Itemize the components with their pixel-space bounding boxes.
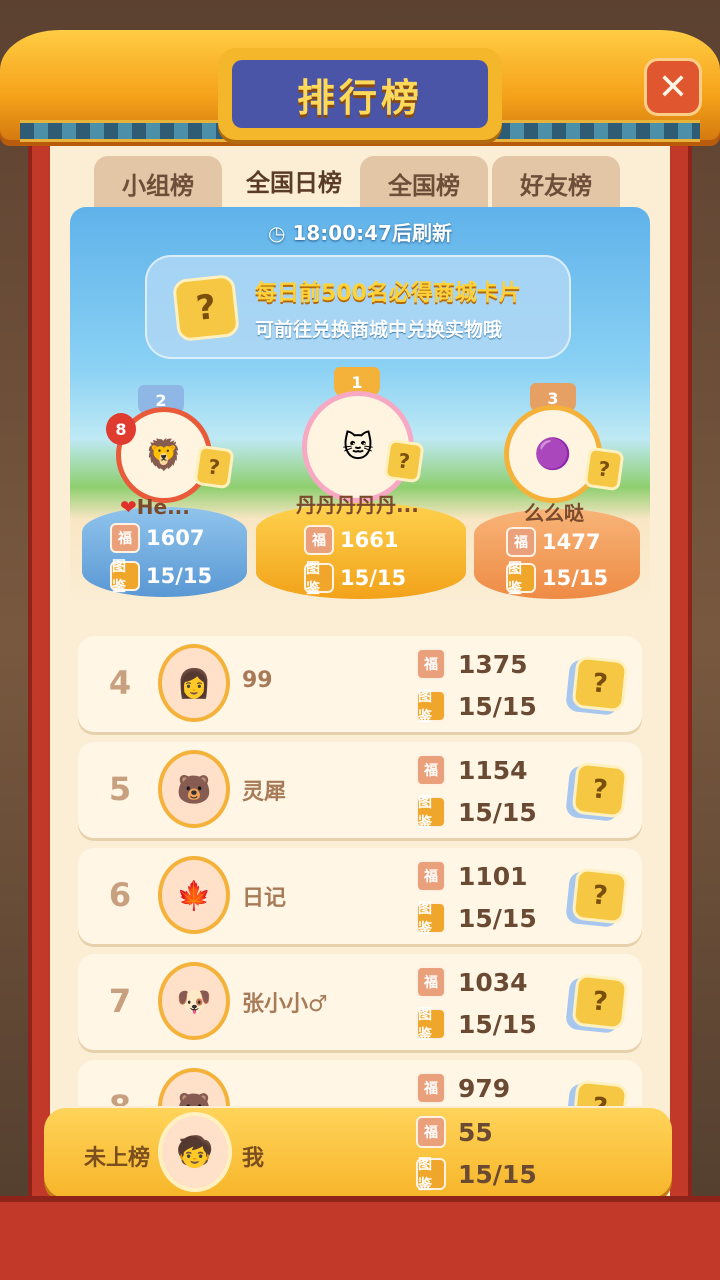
my-ranking-row[interactable]: 未上榜 🧒 我 福 55 图鉴 15/15	[44, 1108, 672, 1198]
list-item[interactable]: 7 🐶 张小小♂ 福 1034 图鉴 15/15 ?	[78, 954, 642, 1050]
mystery-card-icon: ?	[171, 273, 241, 343]
card-icon[interactable]: ?	[571, 655, 629, 713]
score: 福 979	[416, 1072, 510, 1104]
first-score: 福 1661	[304, 525, 398, 555]
score: 福 1101	[416, 860, 528, 892]
fu-icon: 福	[416, 1072, 446, 1104]
my-name: 我	[242, 1146, 265, 1171]
card-icon[interactable]: ?	[571, 973, 629, 1031]
title-plate: 排行榜	[218, 48, 502, 140]
score: 福 1154	[416, 754, 528, 786]
avatar[interactable]: 🐶	[158, 962, 230, 1040]
my-score: 福 55	[416, 1116, 493, 1148]
notice-subtext: 可前往兑换商城中兑换实物哦	[255, 319, 503, 341]
score: 福 1034	[416, 966, 528, 998]
top-three-card: ◷ 18:00:47后刷新 ? 每日前500名必得商城卡片 可前往兑换商城中兑换…	[70, 207, 650, 607]
third-score: 福 1477	[506, 527, 600, 557]
close-icon: ✕	[657, 66, 689, 108]
card-icon: ?	[583, 446, 625, 492]
list-item[interactable]: 6 🍁 日记 福 1101 图鉴 15/15 ?	[78, 848, 642, 944]
tab-national-daily-rank[interactable]: 全国日榜	[230, 150, 358, 210]
tab-friends-rank[interactable]: 好友榜	[492, 156, 620, 210]
refresh-text: 18:00:47后刷新	[292, 221, 452, 245]
list-item[interactable]: 8 🐻 福979 ?	[78, 1060, 642, 1106]
avatar[interactable]: 👩	[158, 644, 230, 722]
bottom-base-decoration	[0, 1196, 720, 1280]
tab-label: 全国榜	[388, 171, 460, 200]
card-icon[interactable]: ?	[571, 867, 629, 925]
reward-notice: ? 每日前500名必得商城卡片 可前往兑换商城中兑换实物哦	[145, 255, 571, 359]
books: 图鉴 15/15	[416, 689, 537, 725]
book-icon: 图鉴	[304, 561, 334, 597]
list-item[interactable]: 5 🐻 灵犀 福 1154 图鉴 15/15 ?	[78, 742, 642, 838]
second-books: 图鉴 15/15	[110, 559, 213, 595]
my-books: 图鉴 15/15	[416, 1157, 537, 1193]
third-books: 图鉴 15/15	[506, 561, 609, 597]
books: 图鉴 15/15	[416, 795, 537, 831]
book-icon: 图鉴	[110, 559, 140, 595]
player-name: 99	[242, 668, 273, 693]
second-name: ❤He...	[120, 495, 190, 519]
heart-icon: ❤	[120, 495, 137, 519]
my-rank-status: 未上榜	[84, 1146, 151, 1171]
fu-icon: 福	[506, 527, 536, 557]
card-icon: ?	[383, 438, 425, 484]
tab-national-rank[interactable]: 全国榜	[360, 156, 488, 210]
first-name: 丹丹丹丹丹...	[296, 493, 419, 517]
book-icon: 图鉴	[416, 795, 446, 831]
tab-label: 小组榜	[122, 171, 194, 200]
avatar[interactable]: 🐻	[158, 750, 230, 828]
list-item[interactable]: 4 👩 99 福 1375 图鉴 15/15 ?	[78, 636, 642, 732]
rank-number: 5	[108, 770, 132, 808]
first-books: 图鉴 15/15	[304, 561, 407, 597]
tab-bar: 小组榜 全国日榜 全国榜 好友榜	[94, 150, 626, 210]
fu-icon: 福	[304, 525, 334, 555]
ranking-list[interactable]: 4 👩 99 福 1375 图鉴 15/15 ? 5 🐻 灵犀 福 1154 图鉴 15…	[78, 636, 642, 1106]
book-icon: 图鉴	[416, 689, 446, 725]
player-name: 灵犀	[242, 780, 287, 805]
card-icon[interactable]: ?	[571, 1079, 629, 1106]
second-score: 福 1607	[110, 523, 204, 553]
books: 图鉴 15/15	[416, 901, 537, 937]
fu-icon: 福	[416, 860, 446, 892]
fu-icon: 福	[416, 1116, 446, 1148]
player-name: 日记	[242, 886, 287, 911]
score: 福 1375	[416, 648, 528, 680]
books: 图鉴 15/15	[416, 1007, 537, 1043]
fu-icon: 福	[416, 966, 446, 998]
avatar[interactable]: 🐻	[158, 1068, 230, 1106]
fu-icon: 福	[416, 754, 446, 786]
card-icon: ?	[193, 444, 235, 490]
rank-number: 6	[108, 876, 132, 914]
card-icon[interactable]: ?	[571, 761, 629, 819]
page-title: 排行榜	[296, 75, 423, 120]
my-avatar[interactable]: 🧒	[158, 1112, 232, 1192]
third-name: 么么哒	[524, 501, 584, 525]
tab-group-rank[interactable]: 小组榜	[94, 156, 222, 210]
rank-number: 7	[108, 982, 132, 1020]
book-icon: 图鉴	[416, 1157, 446, 1193]
close-button[interactable]: ✕	[644, 58, 702, 116]
refresh-timer: ◷ 18:00:47后刷新	[70, 217, 650, 246]
fu-icon: 福	[110, 523, 140, 553]
tab-label: 全国日榜	[246, 168, 342, 197]
rank-number: 4	[108, 664, 132, 702]
title-plate-inner: 排行榜	[232, 60, 488, 128]
book-icon: 图鉴	[506, 561, 536, 597]
level-badge: 8	[106, 413, 136, 445]
clock-icon: ◷	[268, 221, 293, 245]
notice-headline: 每日前500名必得商城卡片	[255, 281, 521, 306]
tab-label: 好友榜	[520, 171, 592, 200]
book-icon: 图鉴	[416, 1007, 446, 1043]
book-icon: 图鉴	[416, 901, 446, 937]
avatar[interactable]: 🍁	[158, 856, 230, 934]
player-name: 张小小♂	[242, 992, 328, 1017]
fu-icon: 福	[416, 648, 446, 680]
rank-number: 8	[100, 1088, 140, 1106]
